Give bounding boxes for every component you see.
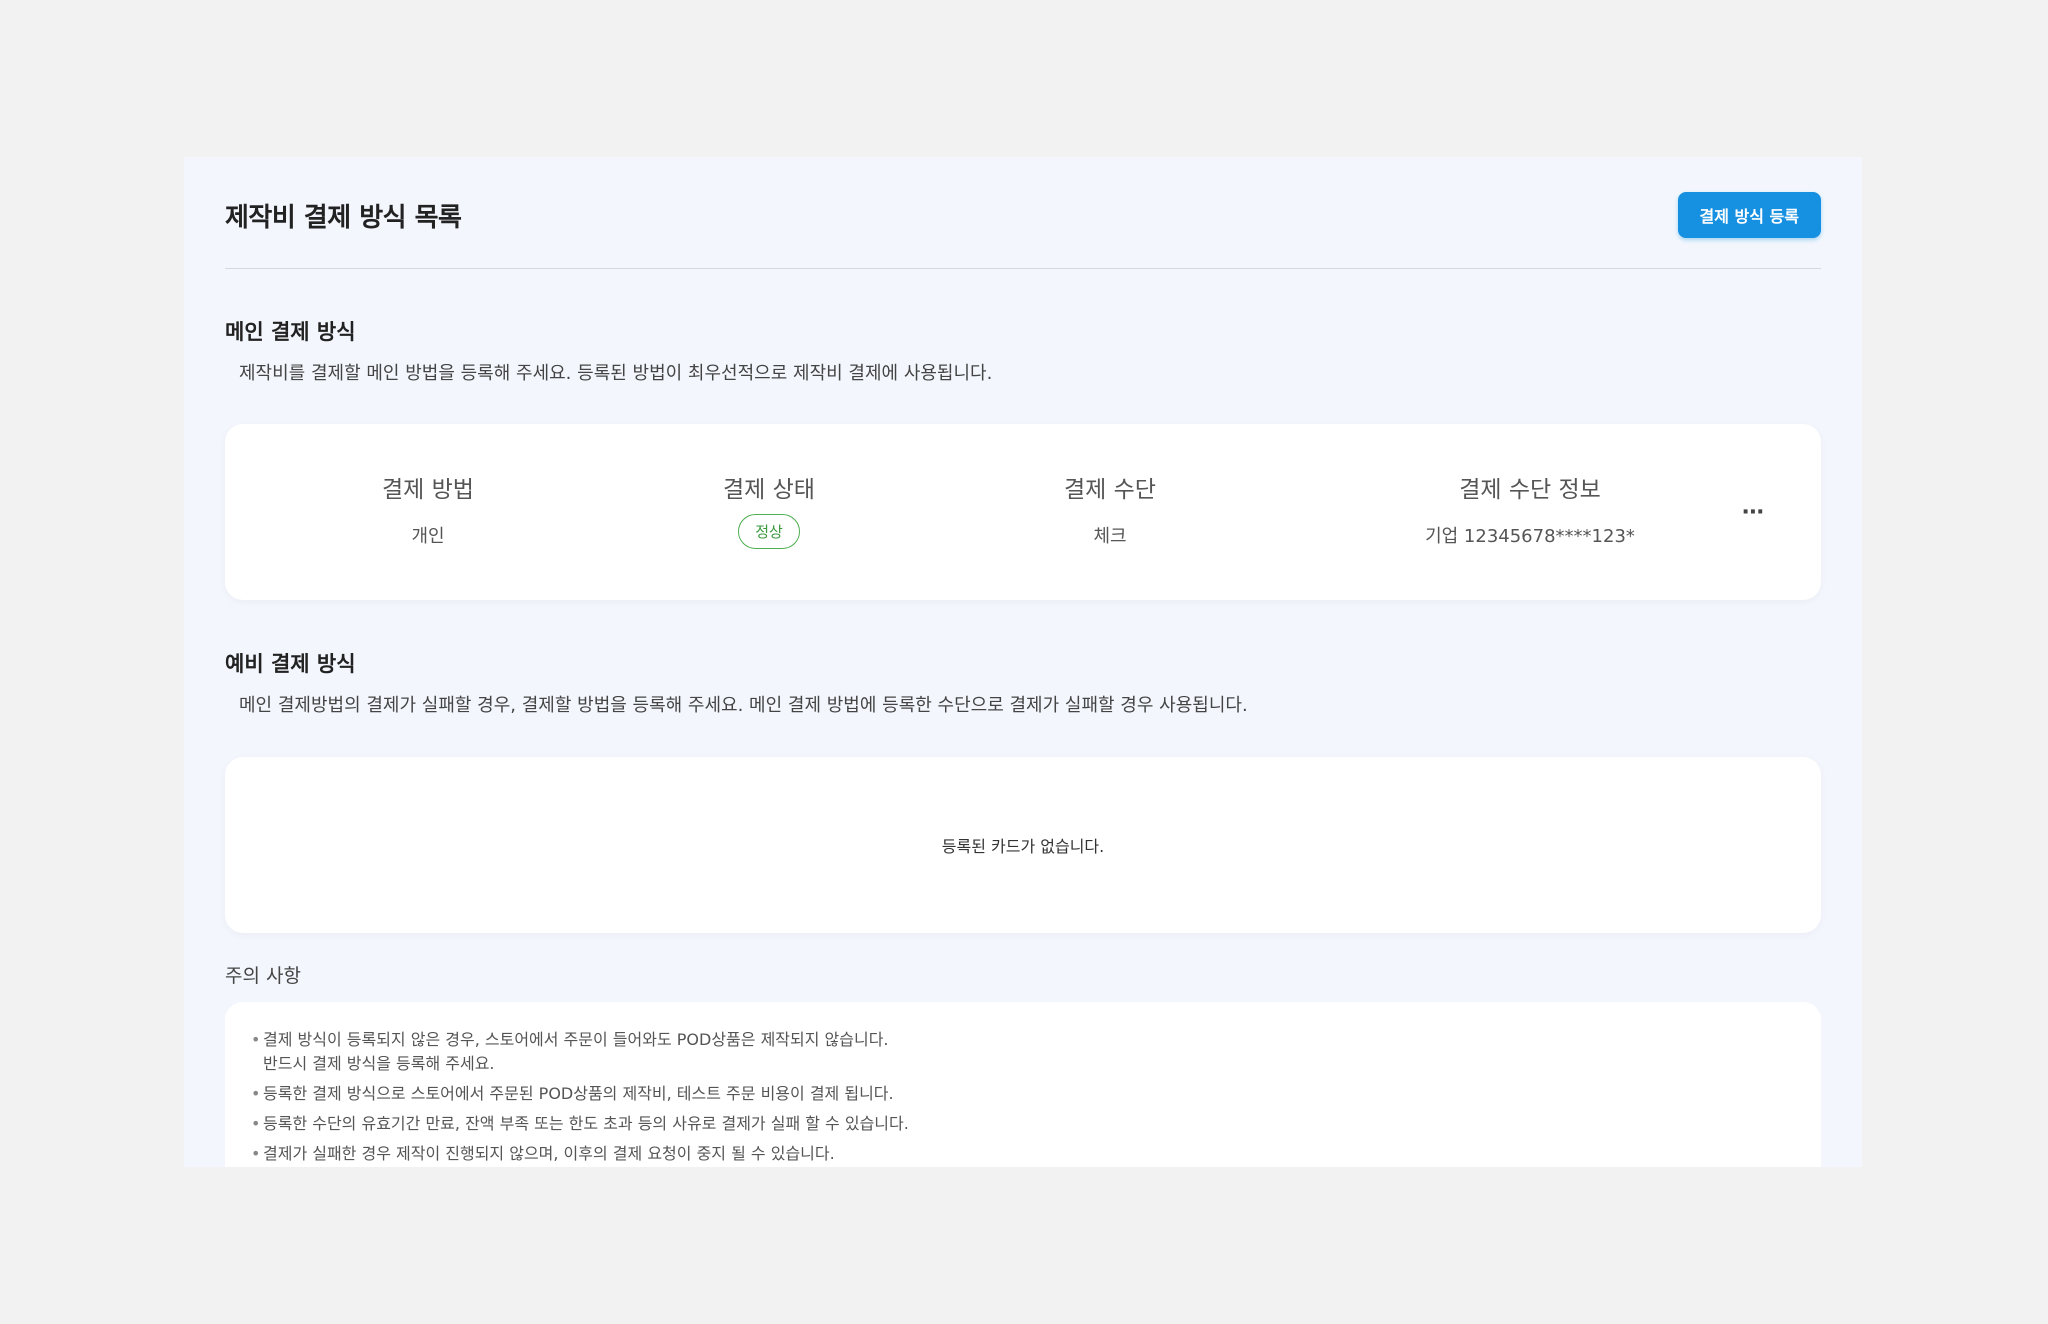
backup-payment-card: 등록된 카드가 없습니다. [225, 757, 1821, 933]
column-header-method: 결제 방법 [382, 477, 474, 503]
column-header-means-info: 결제 수단 정보 [1459, 477, 1601, 503]
notice-item-text: 결제 방식이 등록되지 않은 경우, 스토어에서 주문이 들어와도 POD상품은… [263, 1030, 889, 1049]
notice-item: 결제가 실패한 경우 제작이 진행되지 않으며, 이후의 결제 요청이 중지 될… [251, 1142, 1821, 1166]
means-info-value: 기업 12345678****123* [1425, 526, 1635, 547]
panel-header: 제작비 결제 방식 목록 결제 방식 등록 [225, 185, 1821, 245]
notice-item-text-continued: 반드시 결제 방식을 등록해 주세요. [263, 1054, 495, 1073]
page-title: 제작비 결제 방식 목록 [225, 202, 462, 233]
backup-section-title: 예비 결제 방식 [225, 652, 356, 676]
header-divider [225, 268, 1821, 269]
method-value: 개인 [411, 526, 445, 547]
notice-card: 결제 방식이 등록되지 않은 경우, 스토어에서 주문이 들어와도 POD상품은… [225, 1002, 1821, 1167]
more-horizontal-icon[interactable]: ⋯ [1733, 500, 1773, 525]
notice-item: 등록한 결제 방식으로 스토어에서 주문된 POD상품의 제작비, 테스트 주문… [251, 1082, 1821, 1106]
main-section-title: 메인 결제 방식 [225, 320, 356, 344]
column-means: 결제 수단 체크 [1015, 424, 1205, 600]
main-payment-card: 결제 방법 개인 결제 상태 정상 결제 수단 체크 결제 수단 정보 기업 1… [225, 424, 1821, 600]
notice-item-text: 등록한 결제 방식으로 스토어에서 주문된 POD상품의 제작비, 테스트 주문… [263, 1084, 894, 1103]
status-badge: 정상 [738, 514, 800, 549]
column-method: 결제 방법 개인 [333, 424, 523, 600]
means-value: 체크 [1093, 526, 1127, 547]
page-background: 제작비 결제 방식 목록 결제 방식 등록 메인 결제 방식 제작비를 결제할 … [0, 0, 2048, 1324]
column-header-means: 결제 수단 [1064, 477, 1156, 503]
notice-item-text: 등록한 수단의 유효기간 만료, 잔액 부족 또는 한도 초과 등의 사유로 결… [263, 1114, 909, 1133]
backup-section-description: 메인 결제방법의 결제가 실패할 경우, 결제할 방법을 등록해 주세요. 메인… [239, 695, 1248, 716]
column-means-info: 결제 수단 정보 기업 12345678****123* [1375, 424, 1685, 600]
notice-title: 주의 사항 [225, 965, 301, 987]
notice-item: 결제 방식이 등록되지 않은 경우, 스토어에서 주문이 들어와도 POD상품은… [251, 1028, 1821, 1076]
column-status: 결제 상태 정상 [674, 424, 864, 600]
main-section-description: 제작비를 결제할 메인 방법을 등록해 주세요. 등록된 방법이 최우선적으로 … [239, 363, 993, 384]
empty-cards-message: 등록된 카드가 없습니다. [941, 837, 1105, 856]
column-header-status: 결제 상태 [723, 477, 815, 503]
notice-list: 결제 방식이 등록되지 않은 경우, 스토어에서 주문이 들어와도 POD상품은… [225, 1002, 1821, 1166]
payment-methods-panel: 제작비 결제 방식 목록 결제 방식 등록 메인 결제 방식 제작비를 결제할 … [184, 157, 1862, 1167]
notice-item: 등록한 수단의 유효기간 만료, 잔액 부족 또는 한도 초과 등의 사유로 결… [251, 1112, 1821, 1136]
notice-item-text: 결제가 실패한 경우 제작이 진행되지 않으며, 이후의 결제 요청이 중지 될… [263, 1144, 835, 1163]
register-payment-method-button[interactable]: 결제 방식 등록 [1677, 192, 1821, 238]
